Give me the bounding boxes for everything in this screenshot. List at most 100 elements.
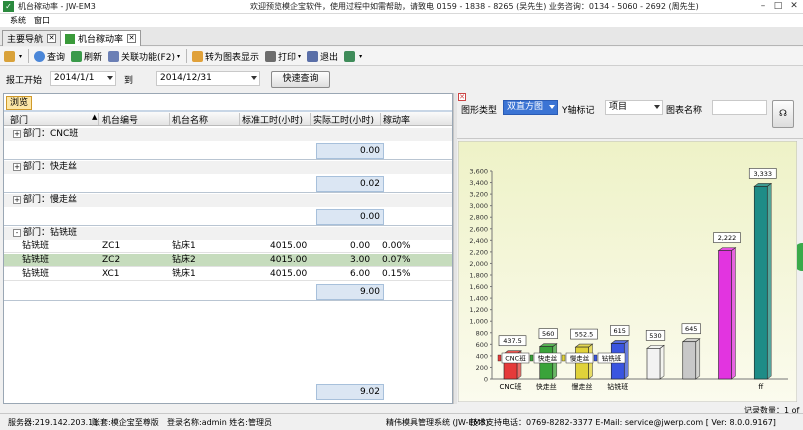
y-tick-label: 3,200 — [469, 191, 488, 199]
print-button[interactable]: 打印 ▾ — [265, 48, 301, 64]
bar[interactable] — [682, 341, 697, 380]
tab-main-nav[interactable]: 主要导航 ✕ — [2, 30, 62, 46]
column-divider[interactable] — [169, 113, 170, 125]
close-button[interactable]: ✕ — [788, 1, 800, 12]
bar-side — [766, 182, 772, 380]
to-label: 到 — [124, 76, 134, 86]
chart-name-label: 图表名称 — [666, 106, 703, 116]
bar-chart-icon — [192, 50, 203, 62]
refresh-button[interactable]: 刷新 — [71, 48, 102, 64]
table-row-selected[interactable]: 钻铣班 ZC2 钻床2 4015.00 3.00 0.07% — [4, 254, 452, 267]
col-dept[interactable]: 部门 — [10, 113, 28, 126]
grid-header: 部门 ▲ 机台编号 机台名称 标准工时(小时) 实际工时(小时) 稼动率 — [4, 112, 452, 126]
headphones-icon: ☊ — [779, 109, 787, 119]
chevron-down-icon — [107, 76, 113, 80]
cell-actual: 6.00 — [350, 269, 371, 279]
x-tick-label: 慢走丝 — [572, 382, 593, 391]
group-row[interactable]: - 部门：钻铣班 — [4, 227, 452, 240]
start-date-value: 2014/1/1 — [54, 73, 95, 83]
to-chart-button[interactable]: 转为图表显示 — [192, 48, 259, 64]
column-divider[interactable] — [380, 113, 381, 125]
chart-panel-divider — [457, 138, 803, 139]
y-tick-label: 3,000 — [469, 202, 488, 210]
group-summary-row: 0.00 — [4, 142, 452, 159]
group-row[interactable]: + 部门：CNC班 — [4, 128, 452, 141]
end-date-picker[interactable]: 2014/12/31 — [156, 71, 260, 86]
home-button[interactable]: ▾ — [4, 48, 22, 64]
group-summary-row: 0.02 — [4, 175, 452, 192]
quick-query-button[interactable]: 快速查询 — [271, 71, 330, 88]
group-sum: 0.02 — [316, 176, 384, 192]
close-icon[interactable]: ✕ — [127, 34, 137, 43]
start-label: 报工开始 — [6, 76, 43, 86]
data-label: 615 — [614, 327, 626, 335]
support-info: 技术支持电话：0769-8282-3377 E-Mail: service@jw… — [470, 418, 776, 427]
close-icon[interactable]: ✕ — [458, 93, 466, 101]
data-label: 3,333 — [753, 170, 772, 178]
bar[interactable] — [646, 348, 661, 380]
browse-tab[interactable]: 浏览 — [6, 96, 32, 110]
plugin-icon — [344, 50, 356, 62]
group-divider — [4, 159, 452, 160]
bar-chart: 0 200 400 600 800 1,000 1,200 1,400 1,600 1,800 2,… — [457, 140, 798, 403]
col-machine-name[interactable]: 机台名称 — [172, 113, 208, 126]
start-date-picker[interactable]: 2014/1/1 — [50, 71, 116, 86]
col-actual-hours[interactable]: 实际工时(小时) — [313, 113, 374, 126]
y-tick-label: 2,800 — [469, 214, 488, 222]
tab-utilization[interactable]: 机台稼动率 ✕ — [60, 30, 142, 46]
group-sum: 9.00 — [316, 284, 384, 300]
query-button[interactable]: 查询 — [34, 48, 65, 64]
expand-icon[interactable]: + — [13, 163, 21, 171]
column-divider[interactable] — [310, 113, 311, 125]
bar[interactable] — [753, 186, 768, 380]
group-row[interactable]: + 部门：慢走丝 — [4, 194, 452, 207]
chart-type-select[interactable]: 双直方图 — [503, 100, 558, 115]
printer-icon — [265, 50, 277, 62]
menu-window[interactable]: 窗口 — [34, 15, 50, 26]
y-tick-label: 0 — [484, 376, 488, 384]
table-row[interactable]: 钻铣班 XC1 铣床1 4015.00 6.00 0.15% — [4, 268, 452, 281]
group-label: 部门：快走丝 — [23, 162, 78, 172]
legend-swatch — [561, 354, 566, 362]
maximize-button[interactable]: □ — [772, 1, 784, 12]
col-rate[interactable]: 稼动率 — [383, 113, 410, 126]
extra-button[interactable]: ▾ — [344, 48, 362, 64]
expand-icon[interactable]: + — [13, 130, 21, 138]
y-tick-label: 1,800 — [469, 272, 488, 280]
headphones-button[interactable]: ☊ — [772, 100, 794, 128]
related-functions-button[interactable]: 关联功能(F2) ▾ — [108, 48, 180, 64]
column-divider[interactable] — [239, 113, 240, 125]
table-row[interactable]: 钻铣班 ZC1 钻床1 4015.00 0.00 0.00% — [4, 240, 452, 253]
column-divider[interactable] — [98, 113, 99, 125]
expand-icon[interactable]: + — [13, 196, 21, 204]
bar-side — [659, 344, 665, 380]
exit-icon — [307, 50, 319, 62]
y-tick-label: 200 — [476, 364, 488, 372]
y-tick-label: 1,600 — [469, 283, 488, 291]
cell-code: ZC1 — [102, 241, 121, 251]
group-row[interactable]: + 部门：快走丝 — [4, 161, 452, 174]
col-std-hours[interactable]: 标准工时(小时) — [242, 113, 303, 126]
chart-name-input[interactable] — [712, 100, 767, 115]
exit-button[interactable]: 退出 — [307, 48, 338, 64]
menu-system[interactable]: 系统 — [10, 15, 26, 26]
close-icon[interactable]: ✕ — [47, 34, 57, 43]
sort-icon: ▲ — [92, 113, 98, 121]
cell-rate: 0.07% — [382, 255, 411, 265]
col-machine-code[interactable]: 机台编号 — [102, 113, 138, 126]
bar[interactable] — [718, 250, 732, 380]
group-label: 部门：钻铣班 — [23, 228, 78, 238]
x-tick-label: ff — [758, 383, 763, 391]
data-label: 645 — [685, 325, 697, 333]
collapse-icon[interactable]: - — [13, 229, 21, 237]
exit-label: 退出 — [320, 52, 339, 63]
grand-total: 9.02 — [316, 384, 384, 400]
cell-rate: 0.00% — [382, 241, 411, 251]
chart-icon — [65, 33, 75, 44]
status-bar: 服务器:219.142.203.11 账套:模企宝至尊版 登录名称:admin … — [0, 413, 803, 430]
cell-std: 4015.00 — [270, 241, 308, 251]
tab-strip: 主要导航 ✕ 机台稼动率 ✕ — [0, 27, 803, 46]
minimize-button[interactable]: – — [757, 1, 769, 12]
y-axis-select[interactable]: 项目 — [605, 100, 663, 115]
group-label: 部门：CNC班 — [23, 129, 79, 139]
